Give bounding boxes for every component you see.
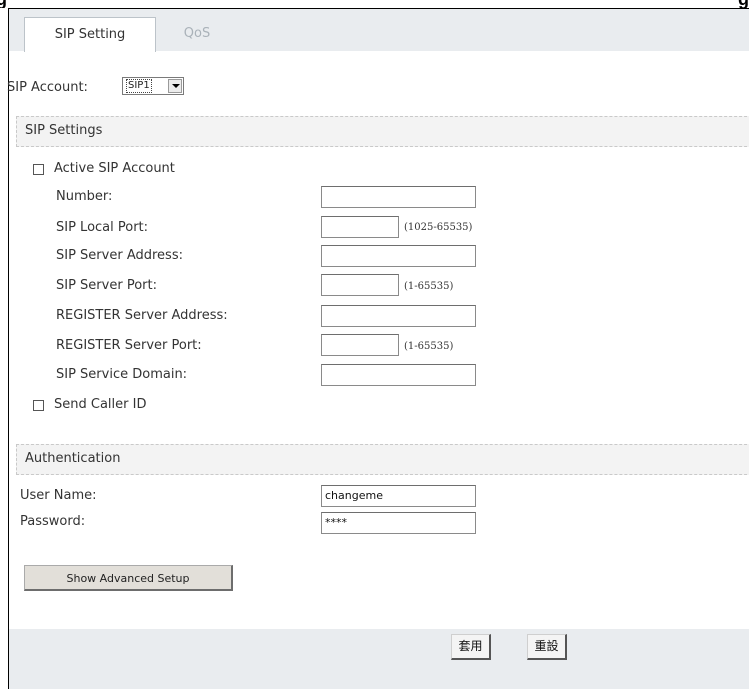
register-server-port-range-hint: (1-65535) [404,341,454,352]
reset-button[interactable]: 重設 [527,634,567,660]
register-server-address-field[interactable] [321,305,476,327]
authentication-heading: Authentication [25,451,121,466]
user-name-field[interactable]: changeme [321,485,476,507]
tab-bar: SIP Setting QoS [9,9,749,52]
active-sip-account-checkbox[interactable] [33,164,44,175]
register-server-port-label: REGISTER Server Port: [56,338,202,353]
figure-caption-fragment: g g [0,0,749,8]
tab-qos[interactable]: QoS [171,17,223,51]
user-name-label: User Name: [20,488,97,503]
number-label: Number: [56,189,113,204]
sip-account-selected-value: SIP1 [126,79,152,93]
sip-server-port-range-hint: (1-65535) [404,281,454,292]
sip-local-port-range-hint: (1025-65535) [404,222,473,233]
sip-server-address-label: SIP Server Address: [56,248,183,263]
sip-account-select[interactable]: SIP1 [122,77,184,95]
sip-service-domain-field[interactable] [321,364,476,386]
register-server-port-field[interactable] [321,334,399,356]
show-advanced-setup-button[interactable]: Show Advanced Setup [24,565,233,591]
sip-server-address-field[interactable] [321,245,476,267]
send-caller-id-label: Send Caller ID [54,397,147,412]
active-sip-account-label: Active SIP Account [54,161,175,176]
sip-server-port-field[interactable] [321,274,399,296]
sip-settings-section-header: SIP Settings [16,116,749,147]
caption-right-glyph: g [738,0,749,8]
sip-settings-heading: SIP Settings [25,123,103,138]
chevron-down-icon[interactable] [168,79,182,93]
sip-server-port-label: SIP Server Port: [56,278,157,293]
password-label: Password: [20,514,86,529]
tab-sip-setting[interactable]: SIP Setting [24,17,156,52]
sip-service-domain-label: SIP Service Domain: [56,367,188,382]
sip-local-port-label: SIP Local Port: [56,220,149,235]
password-field[interactable]: **** [321,512,476,534]
authentication-section-header: Authentication [16,444,749,475]
number-field[interactable] [321,186,476,208]
send-caller-id-checkbox[interactable] [33,400,44,411]
sip-account-label: SIP Account: [7,80,88,95]
apply-button[interactable]: 套用 [451,634,491,660]
caption-left-glyph: g [0,0,7,8]
footer-bar: 套用 重設 [9,629,749,689]
sip-local-port-field[interactable] [321,216,399,238]
settings-panel: SIP Setting QoS SIP Account: SIP1 SIP Se… [7,8,749,689]
register-server-address-label: REGISTER Server Address: [56,308,228,323]
